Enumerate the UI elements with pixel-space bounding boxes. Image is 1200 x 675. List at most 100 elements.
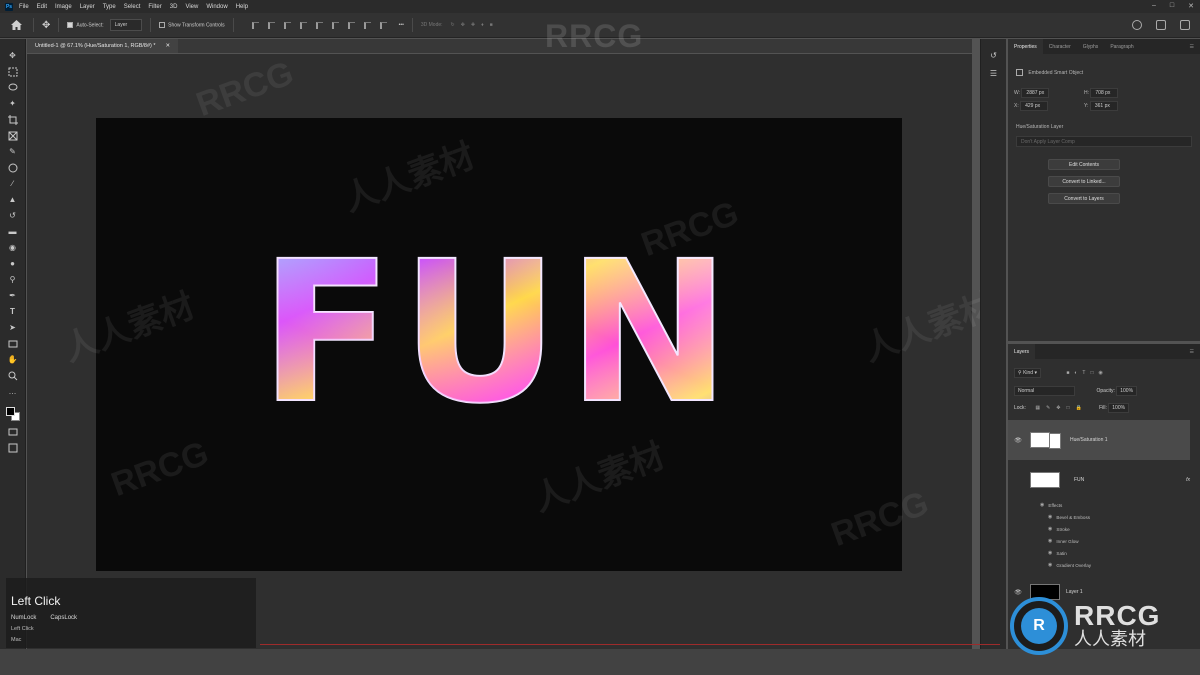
auto-select-checkbox[interactable]: Auto-Select:: [67, 21, 104, 28]
menu-view[interactable]: View: [185, 4, 198, 10]
rectangle-tool-icon[interactable]: [8, 339, 18, 349]
move-tool-icon[interactable]: ✥: [42, 20, 50, 31]
more-options-icon[interactable]: •••: [399, 22, 404, 28]
move-tool-icon[interactable]: ✥: [8, 51, 18, 61]
align-right-icon[interactable]: [283, 21, 291, 29]
y-field[interactable]: 361 px: [1089, 101, 1118, 111]
distribute-v-icon[interactable]: [379, 21, 387, 29]
history-brush-icon[interactable]: ↺: [8, 211, 18, 221]
screen-mode-icon[interactable]: [8, 443, 18, 453]
foreground-color-swatch[interactable]: [5, 407, 15, 416]
width-field[interactable]: 2887 px: [1021, 88, 1050, 98]
lasso-tool-icon[interactable]: [8, 83, 18, 93]
menu-help[interactable]: Help: [236, 4, 248, 10]
minimize-icon[interactable]: –: [1152, 2, 1156, 10]
paint-bucket-icon[interactable]: ◉: [8, 243, 18, 253]
pen-tool-icon[interactable]: ✒: [8, 291, 18, 301]
effect-eye-icon[interactable]: ◉: [1048, 538, 1052, 544]
height-field[interactable]: 708 px: [1090, 88, 1119, 98]
menu-image[interactable]: Image: [55, 4, 72, 10]
effect-eye-icon[interactable]: ◉: [1048, 550, 1052, 556]
healing-brush-icon[interactable]: [8, 163, 18, 173]
tab-layers[interactable]: Layers: [1008, 344, 1036, 359]
zoom-tool-icon[interactable]: [8, 371, 18, 381]
menu-file[interactable]: File: [19, 4, 29, 10]
filter-icons[interactable]: ■◐T□◉: [1066, 370, 1107, 376]
layer-row-fun[interactable]: 👁 FUN fx: [1008, 470, 1190, 490]
blur-tool-icon[interactable]: ●: [8, 259, 18, 269]
effect-row[interactable]: ◉ Inner Glow: [1048, 538, 1079, 544]
align-center-icon[interactable]: [267, 21, 275, 29]
close-tab-icon[interactable]: ✕: [166, 43, 171, 49]
distribute-icon[interactable]: [347, 21, 355, 29]
convert-to-linked-button[interactable]: Convert to Linked...: [1048, 176, 1120, 187]
layer-name[interactable]: FUN: [1074, 477, 1084, 483]
stamp-tool-icon[interactable]: ▲: [8, 195, 18, 205]
magic-wand-icon[interactable]: ✦: [8, 99, 18, 109]
layer-row-hue-saturation[interactable]: 👁 Hue/Saturation 1: [1008, 420, 1190, 460]
search-icon[interactable]: [1132, 20, 1142, 30]
marquee-tool-icon[interactable]: [8, 67, 18, 77]
history-panel-icon[interactable]: ↺: [989, 51, 999, 61]
workspace-icon[interactable]: [1156, 20, 1166, 30]
path-select-icon[interactable]: ➤: [8, 323, 18, 333]
align-bottom-icon[interactable]: [331, 21, 339, 29]
artboard[interactable]: FUN FUN: [96, 118, 902, 571]
brush-tool-icon[interactable]: ∕: [8, 179, 18, 189]
eyedropper-icon[interactable]: ✎: [8, 147, 18, 157]
visibility-eye-icon[interactable]: 👁: [1012, 477, 1024, 484]
tab-properties[interactable]: Properties: [1008, 39, 1043, 54]
type-tool-icon[interactable]: T: [8, 307, 18, 317]
edit-contents-button[interactable]: Edit Contents: [1048, 159, 1120, 170]
tab-character[interactable]: Character: [1043, 39, 1077, 54]
frame-tool-icon[interactable]: [8, 131, 18, 141]
layer-comp-dropdown[interactable]: Don't Apply Layer Comp: [1016, 136, 1192, 147]
effects-eye-icon[interactable]: ◉: [1040, 502, 1044, 508]
transform-controls-checkbox[interactable]: Show Transform Controls: [159, 21, 225, 28]
effect-eye-icon[interactable]: ◉: [1048, 562, 1052, 568]
effect-row[interactable]: ◉ Bevel & Emboss: [1048, 514, 1090, 520]
x-field[interactable]: 429 px: [1020, 101, 1049, 111]
distribute-h-icon[interactable]: [363, 21, 371, 29]
layer-name[interactable]: Hue/Saturation 1: [1070, 437, 1108, 443]
crop-tool-icon[interactable]: [7, 115, 18, 125]
menu-filter[interactable]: Filter: [148, 4, 161, 10]
menu-select[interactable]: Select: [124, 4, 141, 10]
convert-to-layers-button[interactable]: Convert to Layers: [1048, 193, 1120, 204]
share-icon[interactable]: [1180, 20, 1190, 30]
menu-type[interactable]: Type: [103, 4, 116, 10]
opacity-field[interactable]: 100%: [1116, 386, 1138, 396]
filter-kind-dropdown[interactable]: ⚲ Kind ▾: [1014, 368, 1041, 378]
menu-3d[interactable]: 3D: [170, 4, 178, 10]
canvas-area[interactable]: FUN FUN: [27, 54, 972, 649]
lock-icons[interactable]: ▦✎✥□🔒: [1035, 405, 1087, 411]
auto-select-dropdown[interactable]: Layer: [109, 19, 143, 31]
effect-row[interactable]: ◉ Satin: [1048, 550, 1067, 556]
dodge-tool-icon[interactable]: ⚲: [8, 275, 18, 285]
3d-tools-icons[interactable]: ↻✥✚♦■: [451, 22, 499, 28]
menu-window[interactable]: Window: [206, 4, 227, 10]
effect-eye-icon[interactable]: ◉: [1048, 526, 1052, 532]
color-swatches[interactable]: [5, 407, 20, 421]
effect-row[interactable]: ◉ Stroke: [1048, 526, 1070, 532]
layers-menu-icon[interactable]: ☰: [1190, 349, 1194, 355]
menu-layer[interactable]: Layer: [80, 4, 95, 10]
quick-mask-icon[interactable]: [8, 427, 18, 437]
maximize-icon[interactable]: □: [1170, 2, 1174, 10]
align-left-icon[interactable]: [251, 21, 259, 29]
fill-field[interactable]: 100%: [1108, 403, 1130, 413]
effect-eye-icon[interactable]: ◉: [1048, 514, 1052, 520]
menu-edit[interactable]: Edit: [37, 4, 47, 10]
eraser-tool-icon[interactable]: ▬: [8, 227, 18, 237]
align-top-icon[interactable]: [299, 21, 307, 29]
tab-paragraph[interactable]: Paragraph: [1104, 39, 1139, 54]
document-tab[interactable]: Untitled-1 @ 67.1% (Hue/Saturation 1, RG…: [27, 39, 179, 53]
hand-tool-icon[interactable]: ✋: [8, 355, 18, 365]
blend-mode-dropdown[interactable]: Normal: [1014, 386, 1076, 396]
close-icon[interactable]: ✕: [1188, 2, 1194, 10]
fx-icon[interactable]: fx: [1186, 477, 1190, 483]
effect-row[interactable]: ◉ Gradient Overlay: [1048, 562, 1091, 568]
edit-toolbar-icon[interactable]: …: [8, 387, 18, 397]
tab-glyphs[interactable]: Glyphs: [1077, 39, 1105, 54]
visibility-eye-icon[interactable]: 👁: [1012, 437, 1024, 444]
